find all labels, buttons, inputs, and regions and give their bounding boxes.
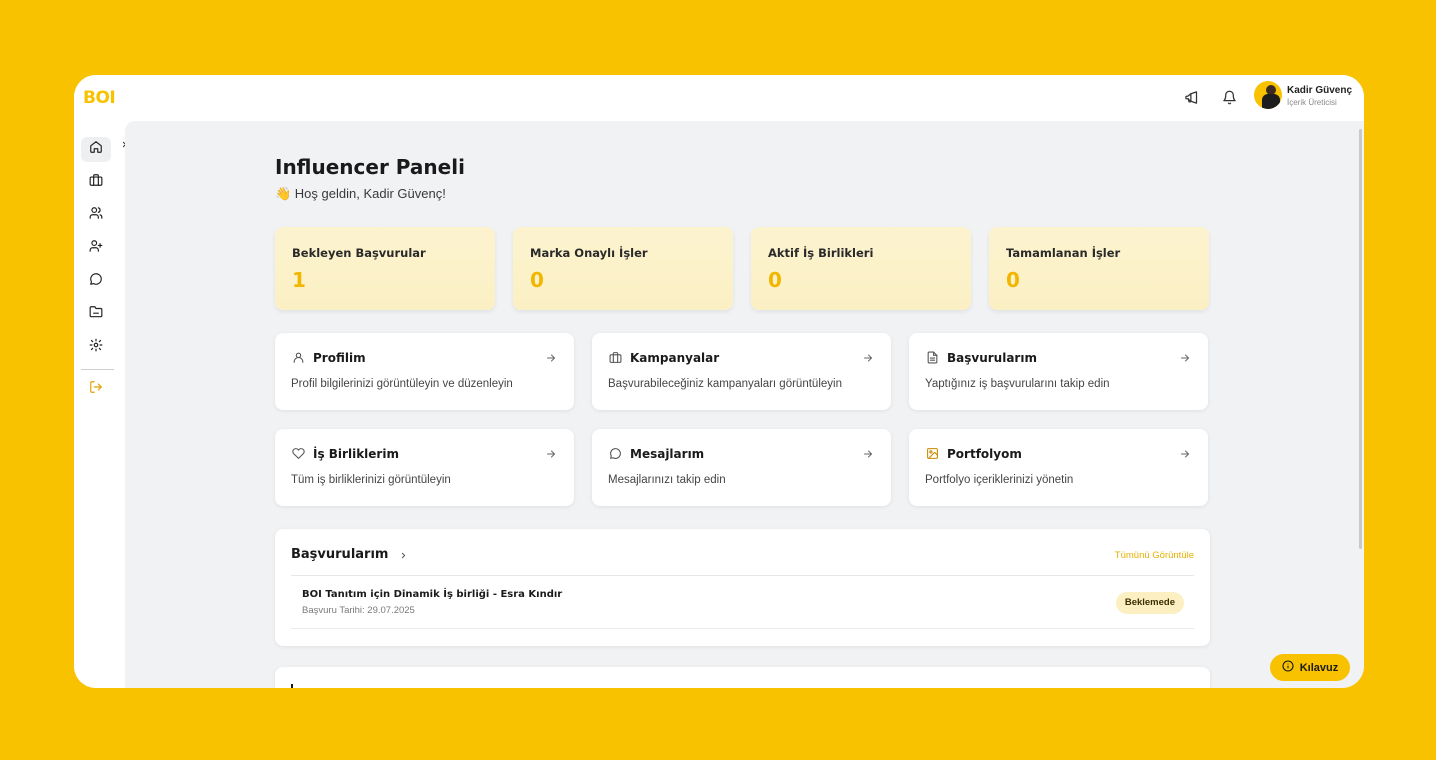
status-badge: Beklemede <box>1115 592 1184 614</box>
app-window: BOI Kadir Güvenç İçerik Üreticisi Influe… <box>74 75 1364 688</box>
stat-label: Tamamlanan İşler <box>1006 246 1121 260</box>
arrow-right-icon <box>861 351 875 365</box>
sidebar <box>74 121 125 688</box>
card-title: Profilim <box>313 351 366 365</box>
card-title: Başvurularım <box>947 351 1037 365</box>
users-icon <box>89 206 103 225</box>
card-profile[interactable]: Profilim Profil bilgilerinizi görüntüley… <box>275 333 574 410</box>
application-date: Başvuru Tarihi: 29.07.2025 <box>302 605 415 616</box>
stat-value: 1 <box>292 268 306 292</box>
card-description: Profil bilgilerinizi görüntüleyin ve düz… <box>291 378 513 390</box>
card-description: Yaptığınız iş başvurularını takip edin <box>925 378 1110 390</box>
guide-button[interactable]: Kılavuz <box>1270 654 1350 681</box>
card-portfolio[interactable]: Portfolyom Portfolyo içeriklerinizi yöne… <box>909 429 1208 506</box>
panel-title-fragment <box>291 684 293 688</box>
image-icon <box>925 446 939 460</box>
stat-label: Marka Onaylı İşler <box>530 246 648 260</box>
card-description: Başvurabileceğiniz kampanyaları görüntül… <box>608 378 842 390</box>
guide-label: Kılavuz <box>1299 661 1339 674</box>
stat-value: 0 <box>768 268 782 292</box>
stat-card-pending: Bekleyen Başvurular 1 <box>275 227 495 310</box>
arrow-right-icon <box>1178 351 1192 365</box>
card-messages[interactable]: Mesajlarım Mesajlarınızı takip edin <box>592 429 891 506</box>
sidebar-item-logout[interactable] <box>81 377 111 402</box>
view-all-link[interactable]: Tümünü Görüntüle <box>1115 550 1194 561</box>
card-title: Mesajlarım <box>630 447 705 461</box>
secondary-panel <box>275 667 1210 688</box>
user-name[interactable]: Kadir Güvenç <box>1287 85 1352 96</box>
page-title: Influencer Paneli <box>275 155 465 179</box>
divider <box>291 575 1194 576</box>
folder-icon <box>89 305 103 324</box>
message-icon <box>608 446 622 460</box>
stat-card-active: Aktif İş Birlikleri 0 <box>751 227 971 310</box>
sidebar-item-briefcase[interactable] <box>81 170 111 195</box>
card-description: Mesajlarınızı takip edin <box>608 474 726 486</box>
sidebar-item-settings[interactable] <box>81 335 111 360</box>
divider <box>291 628 1194 629</box>
panel-title[interactable]: Başvurularım <box>291 547 388 562</box>
arrow-right-icon <box>1178 447 1192 461</box>
sidebar-item-user-plus[interactable] <box>81 236 111 261</box>
stat-label: Bekleyen Başvurular <box>292 246 426 260</box>
sidebar-item-home[interactable] <box>81 137 111 162</box>
megaphone-icon[interactable] <box>1181 87 1201 107</box>
message-icon <box>89 272 103 291</box>
arrow-right-icon <box>544 351 558 365</box>
arrow-right-icon <box>861 447 875 461</box>
arrow-right-icon <box>544 447 558 461</box>
main-content: Influencer Paneli 👋 Hoş geldin, Kadir Gü… <box>125 121 1364 688</box>
stat-value: 0 <box>530 268 544 292</box>
application-title: BOI Tanıtım için Dinamik İş birliği - Es… <box>302 589 563 600</box>
card-title: Kampanyalar <box>630 351 720 365</box>
chevron-right-icon[interactable] <box>398 549 408 561</box>
stat-value: 0 <box>1006 268 1020 292</box>
sidebar-divider <box>81 369 114 370</box>
info-icon <box>1282 659 1294 677</box>
card-title: İş Birliklerim <box>313 447 399 461</box>
home-icon <box>89 140 103 159</box>
heart-icon <box>291 446 305 460</box>
sidebar-item-users[interactable] <box>81 203 111 228</box>
card-applications[interactable]: Başvurularım Yaptığınız iş başvurularını… <box>909 333 1208 410</box>
card-title: Portfolyom <box>947 447 1022 461</box>
briefcase-icon <box>608 350 622 364</box>
stat-card-completed: Tamamlanan İşler 0 <box>989 227 1209 310</box>
card-collaborations[interactable]: İş Birliklerim Tüm iş birliklerinizi gör… <box>275 429 574 506</box>
sidebar-item-messages[interactable] <box>81 269 111 294</box>
user-icon <box>291 350 305 364</box>
card-campaigns[interactable]: Kampanyalar Başvurabileceğiniz kampanyal… <box>592 333 891 410</box>
scrollbar[interactable] <box>1359 129 1362 549</box>
list-item[interactable]: BOI Tanıtım için Dinamik İş birliği - Es… <box>291 577 1194 627</box>
gear-icon <box>89 338 103 357</box>
welcome-message: 👋 Hoş geldin, Kadir Güvenç! <box>275 186 446 201</box>
briefcase-icon <box>89 173 103 192</box>
stat-label: Aktif İş Birlikleri <box>768 246 874 260</box>
top-bar: BOI Kadir Güvenç İçerik Üreticisi <box>74 75 1364 121</box>
user-plus-icon <box>89 239 103 258</box>
logout-icon <box>89 380 103 399</box>
logo[interactable]: BOI <box>83 88 116 108</box>
document-icon <box>925 350 939 364</box>
bell-icon[interactable] <box>1219 87 1239 107</box>
user-role: İçerik Üreticisi <box>1287 98 1337 107</box>
sidebar-item-folder[interactable] <box>81 302 111 327</box>
card-description: Tüm iş birliklerinizi görüntüleyin <box>291 474 451 486</box>
applications-panel: Başvurularım Tümünü Görüntüle BOI Tanıtı… <box>275 529 1210 646</box>
avatar[interactable] <box>1254 81 1282 109</box>
stat-card-brand-approved: Marka Onaylı İşler 0 <box>513 227 733 310</box>
card-description: Portfolyo içeriklerinizi yönetin <box>925 474 1074 486</box>
